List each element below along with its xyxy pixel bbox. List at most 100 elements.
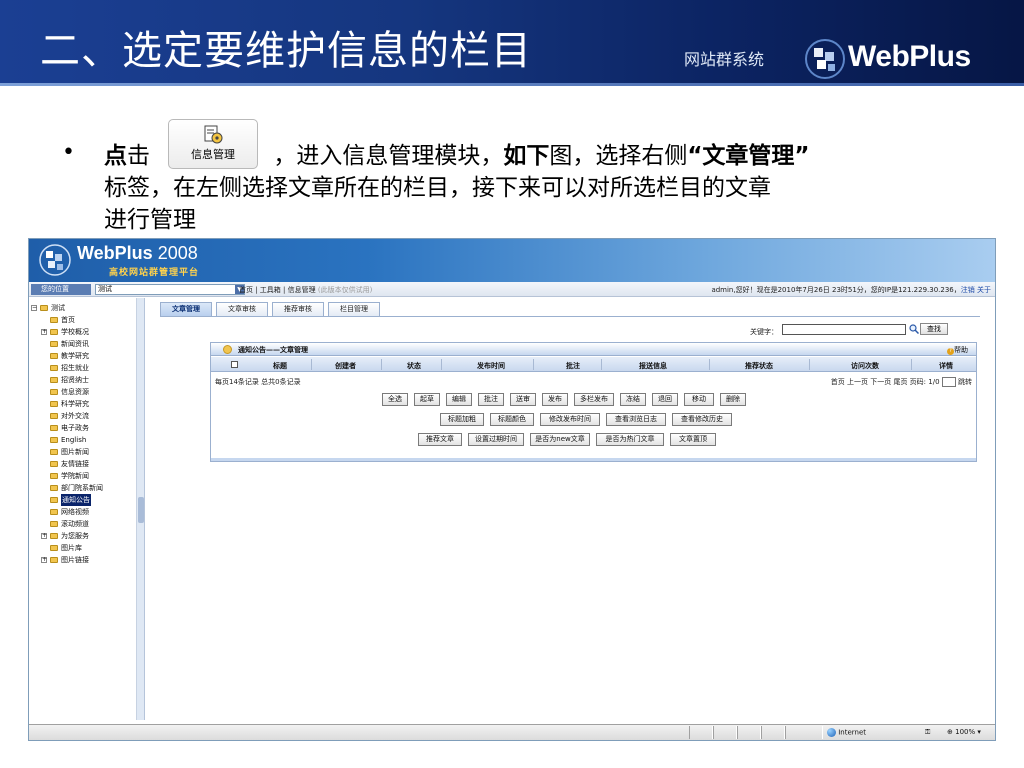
action-button[interactable]: 是否为new文章 [530,433,590,446]
action-button[interactable]: 发布 [542,393,568,406]
tree-item[interactable]: 招贤纳士 [29,374,136,386]
tree-item-label[interactable]: English [61,434,86,446]
tab-column-management[interactable]: 栏目管理 [328,302,380,316]
site-select[interactable]: 测试 ▼ [95,284,245,295]
tree-item[interactable]: 通知公告 [29,494,136,506]
tree-item-label[interactable]: 图片链接 [61,554,89,566]
jump-button[interactable]: 跳转 [958,378,972,386]
tree-item-label[interactable]: 信息资源 [61,386,89,398]
pager-links[interactable]: 首页 上一页 下一页 尾页 页码: 1/0 [831,378,940,386]
tree-item-label[interactable]: 通知公告 [61,494,91,506]
tree-item-label[interactable]: 科学研究 [61,398,89,410]
tree-item-label[interactable]: 为您服务 [61,530,89,542]
protected-mode-icon[interactable]: ⚿ [925,728,930,737]
tree-item[interactable]: 学院新闻 [29,470,136,482]
action-button[interactable]: 退回 [652,393,678,406]
tree-item-label[interactable]: 学院新闻 [61,470,89,482]
tab-recommend-review[interactable]: 推荐审核 [272,302,324,316]
zoom-control[interactable]: ⊕ 100% ▾ [947,728,981,736]
splitter-grip[interactable] [138,497,144,523]
tree-item-label[interactable]: 教学研究 [61,350,89,362]
tree-item-label[interactable]: 图片新闻 [61,446,89,458]
select-all-checkbox[interactable] [231,361,238,368]
tree-item[interactable]: 招生就业 [29,362,136,374]
zoom-level[interactable]: 100% [955,728,975,736]
tree-item-label[interactable]: 图片库 [61,542,82,554]
action-button[interactable]: 标题颜色 [490,413,534,426]
collapse-icon[interactable]: − [31,305,37,311]
logout-link[interactable]: 注销 [961,286,975,294]
tree-item-label[interactable]: 招贤纳士 [61,374,89,386]
tree-item[interactable]: 新闻资讯 [29,338,136,350]
page-number-input[interactable] [941,377,956,387]
status-cell [785,726,823,739]
search-icon[interactable] [909,324,919,334]
action-button[interactable]: 编辑 [446,393,472,406]
tree-item[interactable]: 科学研究 [29,398,136,410]
action-button[interactable]: 删除 [720,393,746,406]
tree-item[interactable]: 网络视频 [29,506,136,518]
column-separator [311,359,312,370]
tab-article-management[interactable]: 文章管理 [160,302,212,316]
tree-item-label[interactable]: 首页 [61,314,75,326]
tree-item[interactable]: English [29,434,136,446]
tree-item-label[interactable]: 测试 [51,302,65,314]
tree-item[interactable]: 滚动频道 [29,518,136,530]
tree-item-label[interactable]: 电子政务 [61,422,89,434]
tree-item[interactable]: 图片库 [29,542,136,554]
tree-item-label[interactable]: 学校概况 [61,326,89,338]
tree-item[interactable]: 对外交流 [29,410,136,422]
folder-icon [50,461,58,467]
action-button[interactable]: 是否为热门文章 [596,433,664,446]
action-button[interactable]: 批注 [478,393,504,406]
tree-item-label[interactable]: 滚动频道 [61,518,89,530]
tree-item[interactable]: 教学研究 [29,350,136,362]
tree-item-label[interactable]: 新闻资讯 [61,338,89,350]
info-management-label: 信息管理 [191,148,235,161]
tree-item[interactable]: − 测试 [29,302,136,314]
help-icon[interactable]: ? [947,348,954,355]
tab-article-review[interactable]: 文章审核 [216,302,268,316]
breadcrumb-text[interactable]: 首页 | 工具箱 | 信息管理 [239,286,316,294]
action-button[interactable]: 起草 [414,393,440,406]
help-label[interactable]: 帮助 [954,346,968,354]
tree-item[interactable]: + 学校概况 [29,326,136,338]
bullet-line-2: 标签，在左侧选择文章所在的栏目，接下来可以对所选栏目的文章 [104,175,771,201]
tree-item-label[interactable]: 部门院系新闻 [61,482,103,494]
tree-item[interactable]: 友情链接 [29,458,136,470]
expand-icon[interactable]: + [41,329,47,335]
expand-icon[interactable]: + [41,533,47,539]
tree-item[interactable]: 图片新闻 [29,446,136,458]
expand-icon[interactable]: + [41,557,47,563]
tree-item-label[interactable]: 网络视频 [61,506,89,518]
zoom-icon[interactable]: ⊕ [947,728,953,736]
tree-item[interactable]: 电子政务 [29,422,136,434]
tree-item[interactable]: + 图片链接 [29,554,136,566]
action-button[interactable]: 送审 [510,393,536,406]
slide-header: 二、选定要维护信息的栏目 网站群系统 WebPlus [0,0,1024,86]
breadcrumb[interactable]: 首页 | 工具箱 | 信息管理 (此版本仅供试用) [239,285,372,295]
search-button[interactable]: 查找 [920,323,948,335]
tree-item-label[interactable]: 友情链接 [61,458,89,470]
help-link[interactable]: ? 帮助 [947,345,968,355]
action-button[interactable]: 文章置顶 [670,433,716,446]
action-button[interactable]: 全选 [382,393,408,406]
action-button[interactable]: 移动 [684,393,714,406]
action-button[interactable]: 多栏发布 [574,393,614,406]
tree-item-label[interactable]: 招生就业 [61,362,89,374]
about-link[interactable]: 关于 [977,286,991,294]
action-button[interactable]: 查看浏览日志 [606,413,666,426]
action-button[interactable]: 推荐文章 [418,433,462,446]
tree-item-label[interactable]: 对外交流 [61,410,89,422]
tree-item[interactable]: 部门院系新闻 [29,482,136,494]
pager[interactable]: 首页 上一页 下一页 尾页 页码: 1/0 跳转 [831,377,972,387]
tree-item[interactable]: 信息资源 [29,386,136,398]
action-button[interactable]: 设置过期时间 [468,433,524,446]
action-button[interactable]: 冻结 [620,393,646,406]
action-button[interactable]: 修改发布时间 [540,413,600,426]
action-button[interactable]: 查看修改历史 [672,413,732,426]
action-button[interactable]: 标题加粗 [440,413,484,426]
tree-item[interactable]: 首页 [29,314,136,326]
tree-item[interactable]: + 为您服务 [29,530,136,542]
keyword-input[interactable] [782,324,906,335]
